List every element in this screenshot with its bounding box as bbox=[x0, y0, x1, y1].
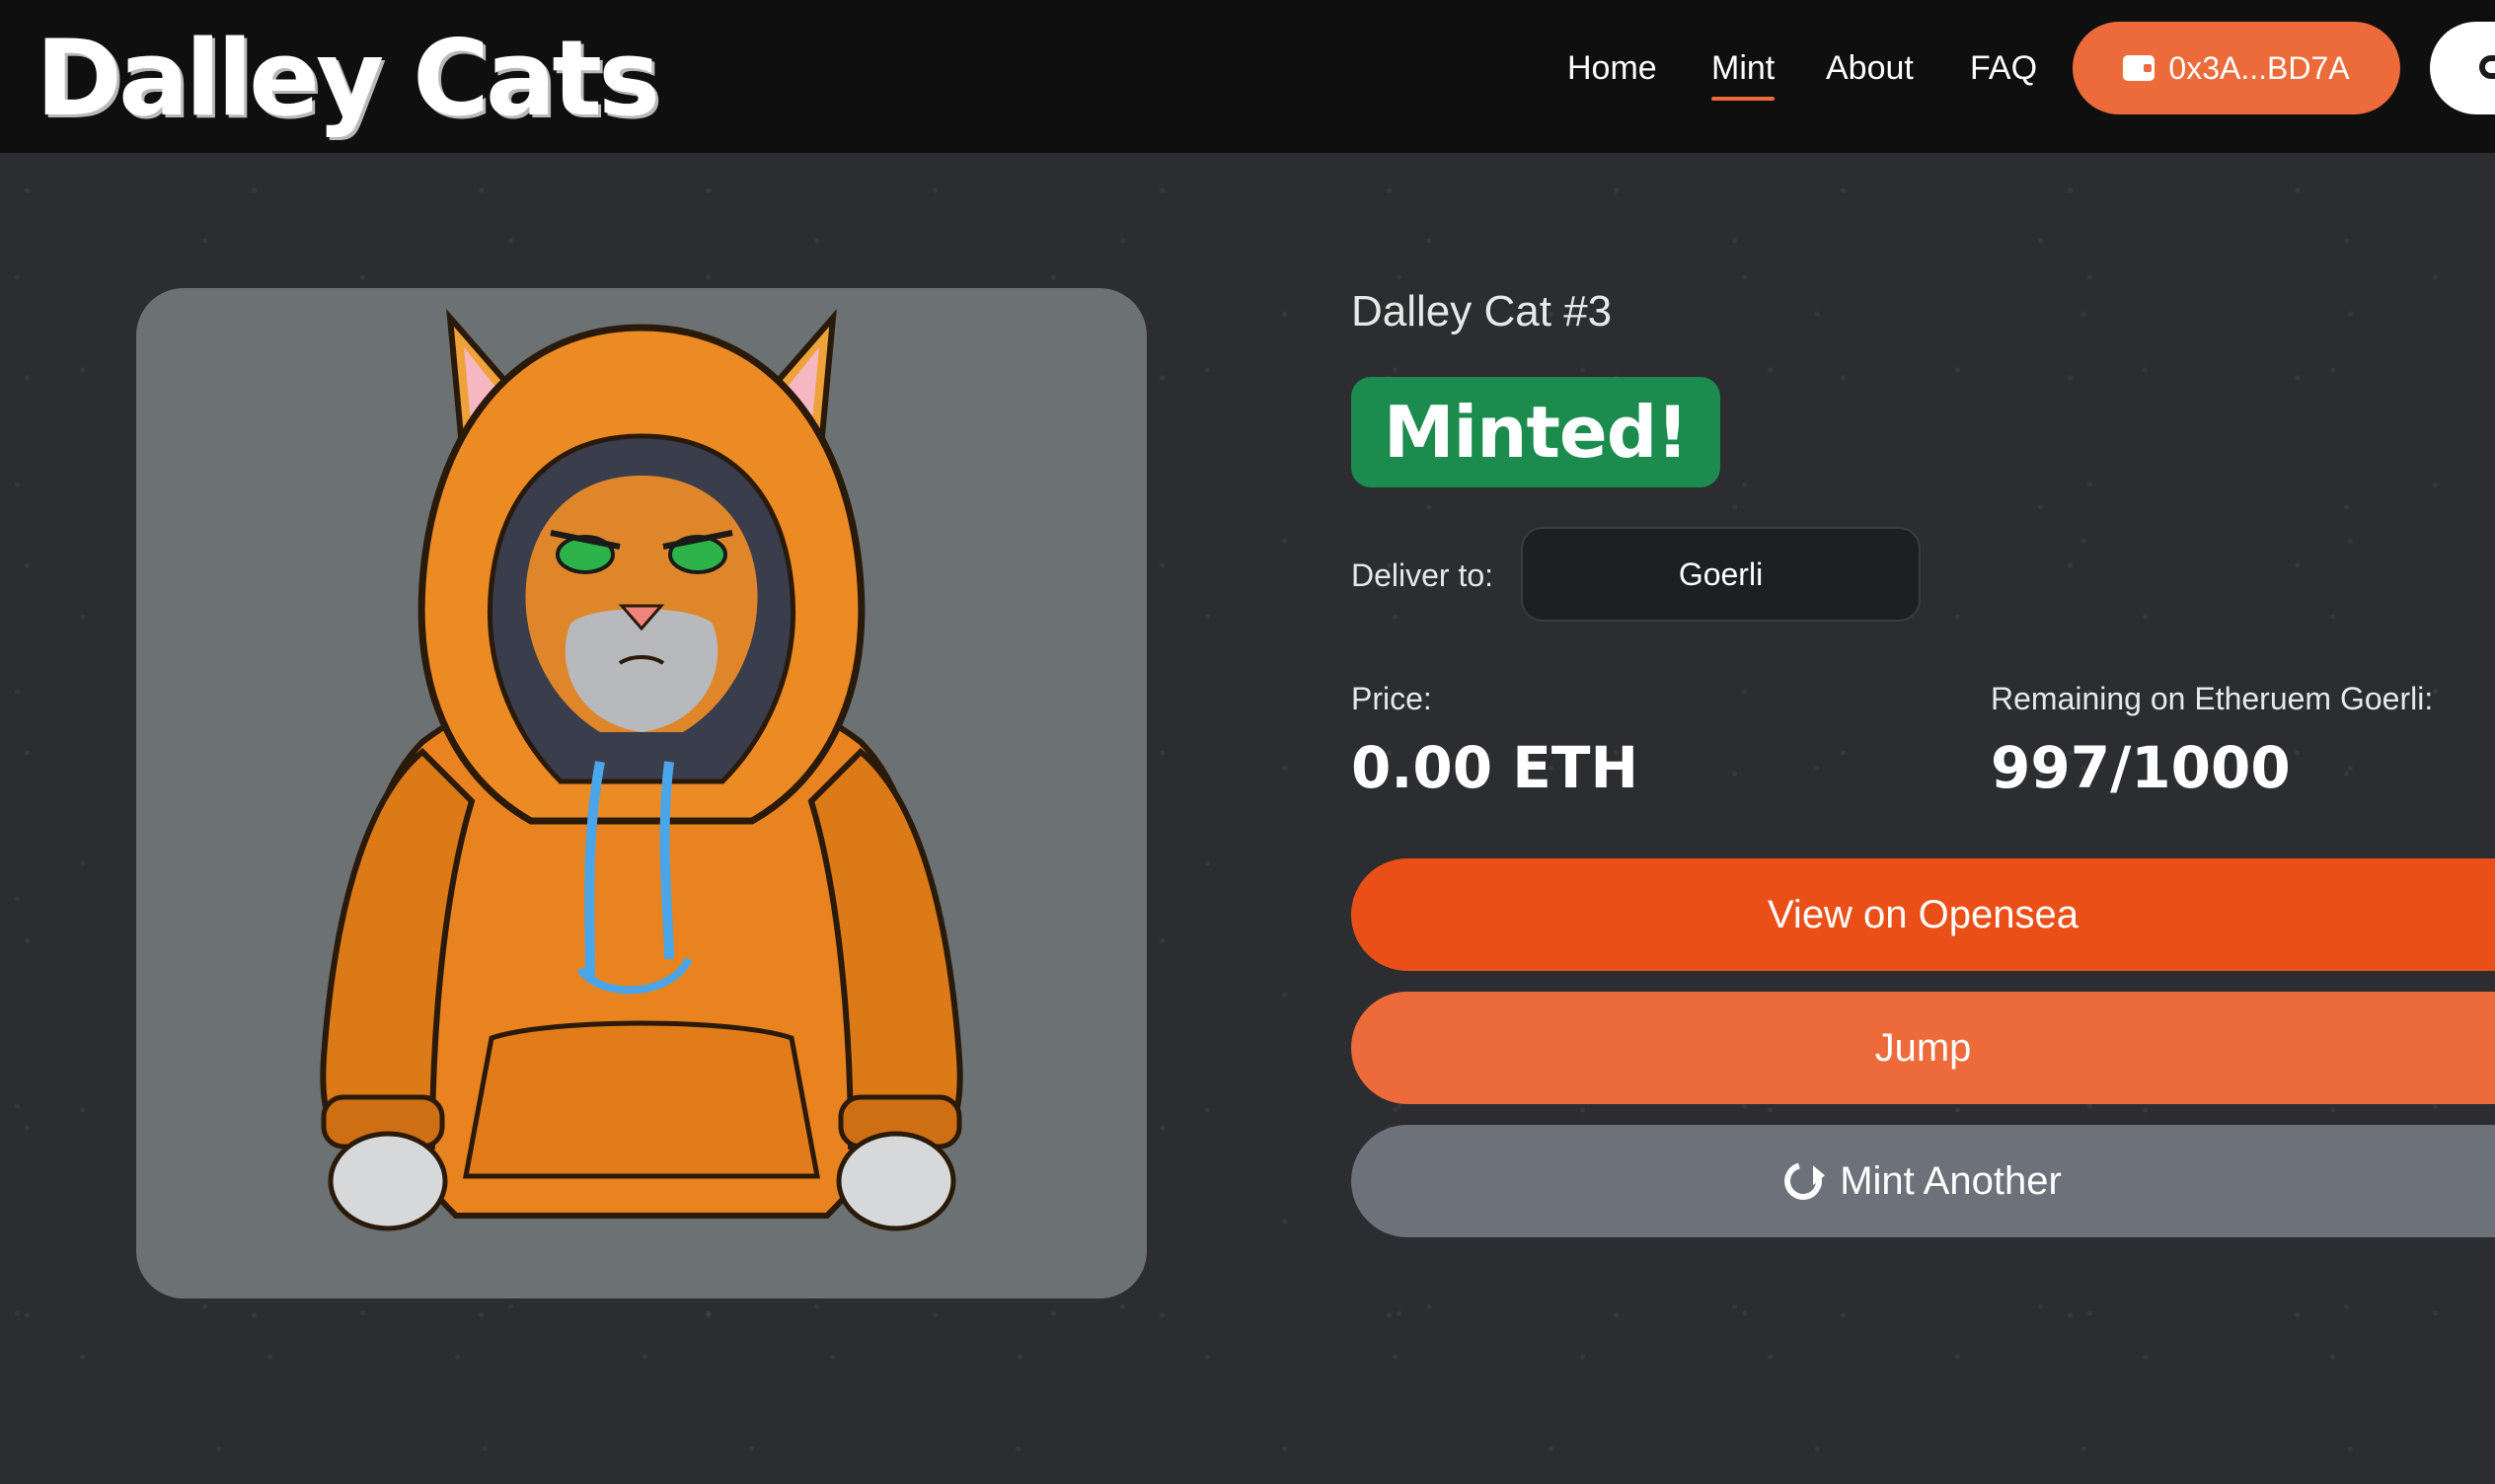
wallet-button[interactable]: 0x3A...BD7A bbox=[2073, 22, 2400, 114]
nft-cat-image bbox=[320, 309, 963, 1231]
view-on-opensea-label: View on Opensea bbox=[1767, 892, 2079, 936]
nft-title: Dalley Cat #3 bbox=[1351, 287, 1613, 335]
mint-another-button[interactable]: Mint Another bbox=[1351, 1125, 2495, 1237]
refresh-icon bbox=[1777, 1155, 1830, 1207]
price-label: Price: bbox=[1351, 681, 1432, 716]
wallet-icon bbox=[2123, 55, 2155, 81]
wallet-address: 0x3A...BD7A bbox=[2168, 49, 2350, 86]
site-logo[interactable]: Dalley Cats bbox=[36, 10, 660, 148]
mint-another-label: Mint Another bbox=[1840, 1158, 2062, 1203]
nav-home[interactable]: Home bbox=[1567, 43, 1657, 93]
nav-mint[interactable]: Mint bbox=[1711, 43, 1776, 101]
nav-faq[interactable]: FAQ bbox=[1970, 43, 2037, 93]
navbar: Dalley Cats Home Mint About FAQ 0x3A...B… bbox=[0, 0, 2495, 153]
nft-image-card bbox=[136, 288, 1147, 1298]
minted-status-badge: Minted! bbox=[1351, 377, 1720, 487]
view-on-opensea-button[interactable]: View on Opensea bbox=[1351, 858, 2495, 971]
jump-label: Jump bbox=[1874, 1025, 1972, 1070]
nav-about[interactable]: About bbox=[1826, 43, 1914, 93]
price-value: 0.00 ETH bbox=[1351, 734, 1639, 801]
chat-icon bbox=[2479, 55, 2495, 79]
network-select[interactable]: Goerli bbox=[1521, 527, 1921, 622]
jump-button[interactable]: Jump bbox=[1351, 992, 2495, 1104]
chat-button[interactable] bbox=[2430, 22, 2495, 114]
remaining-value: 997/1000 bbox=[1991, 734, 2291, 801]
remaining-label: Remaining on Etheruem Goerli: bbox=[1991, 681, 2434, 716]
deliver-label: Deliver to: bbox=[1351, 557, 1494, 593]
